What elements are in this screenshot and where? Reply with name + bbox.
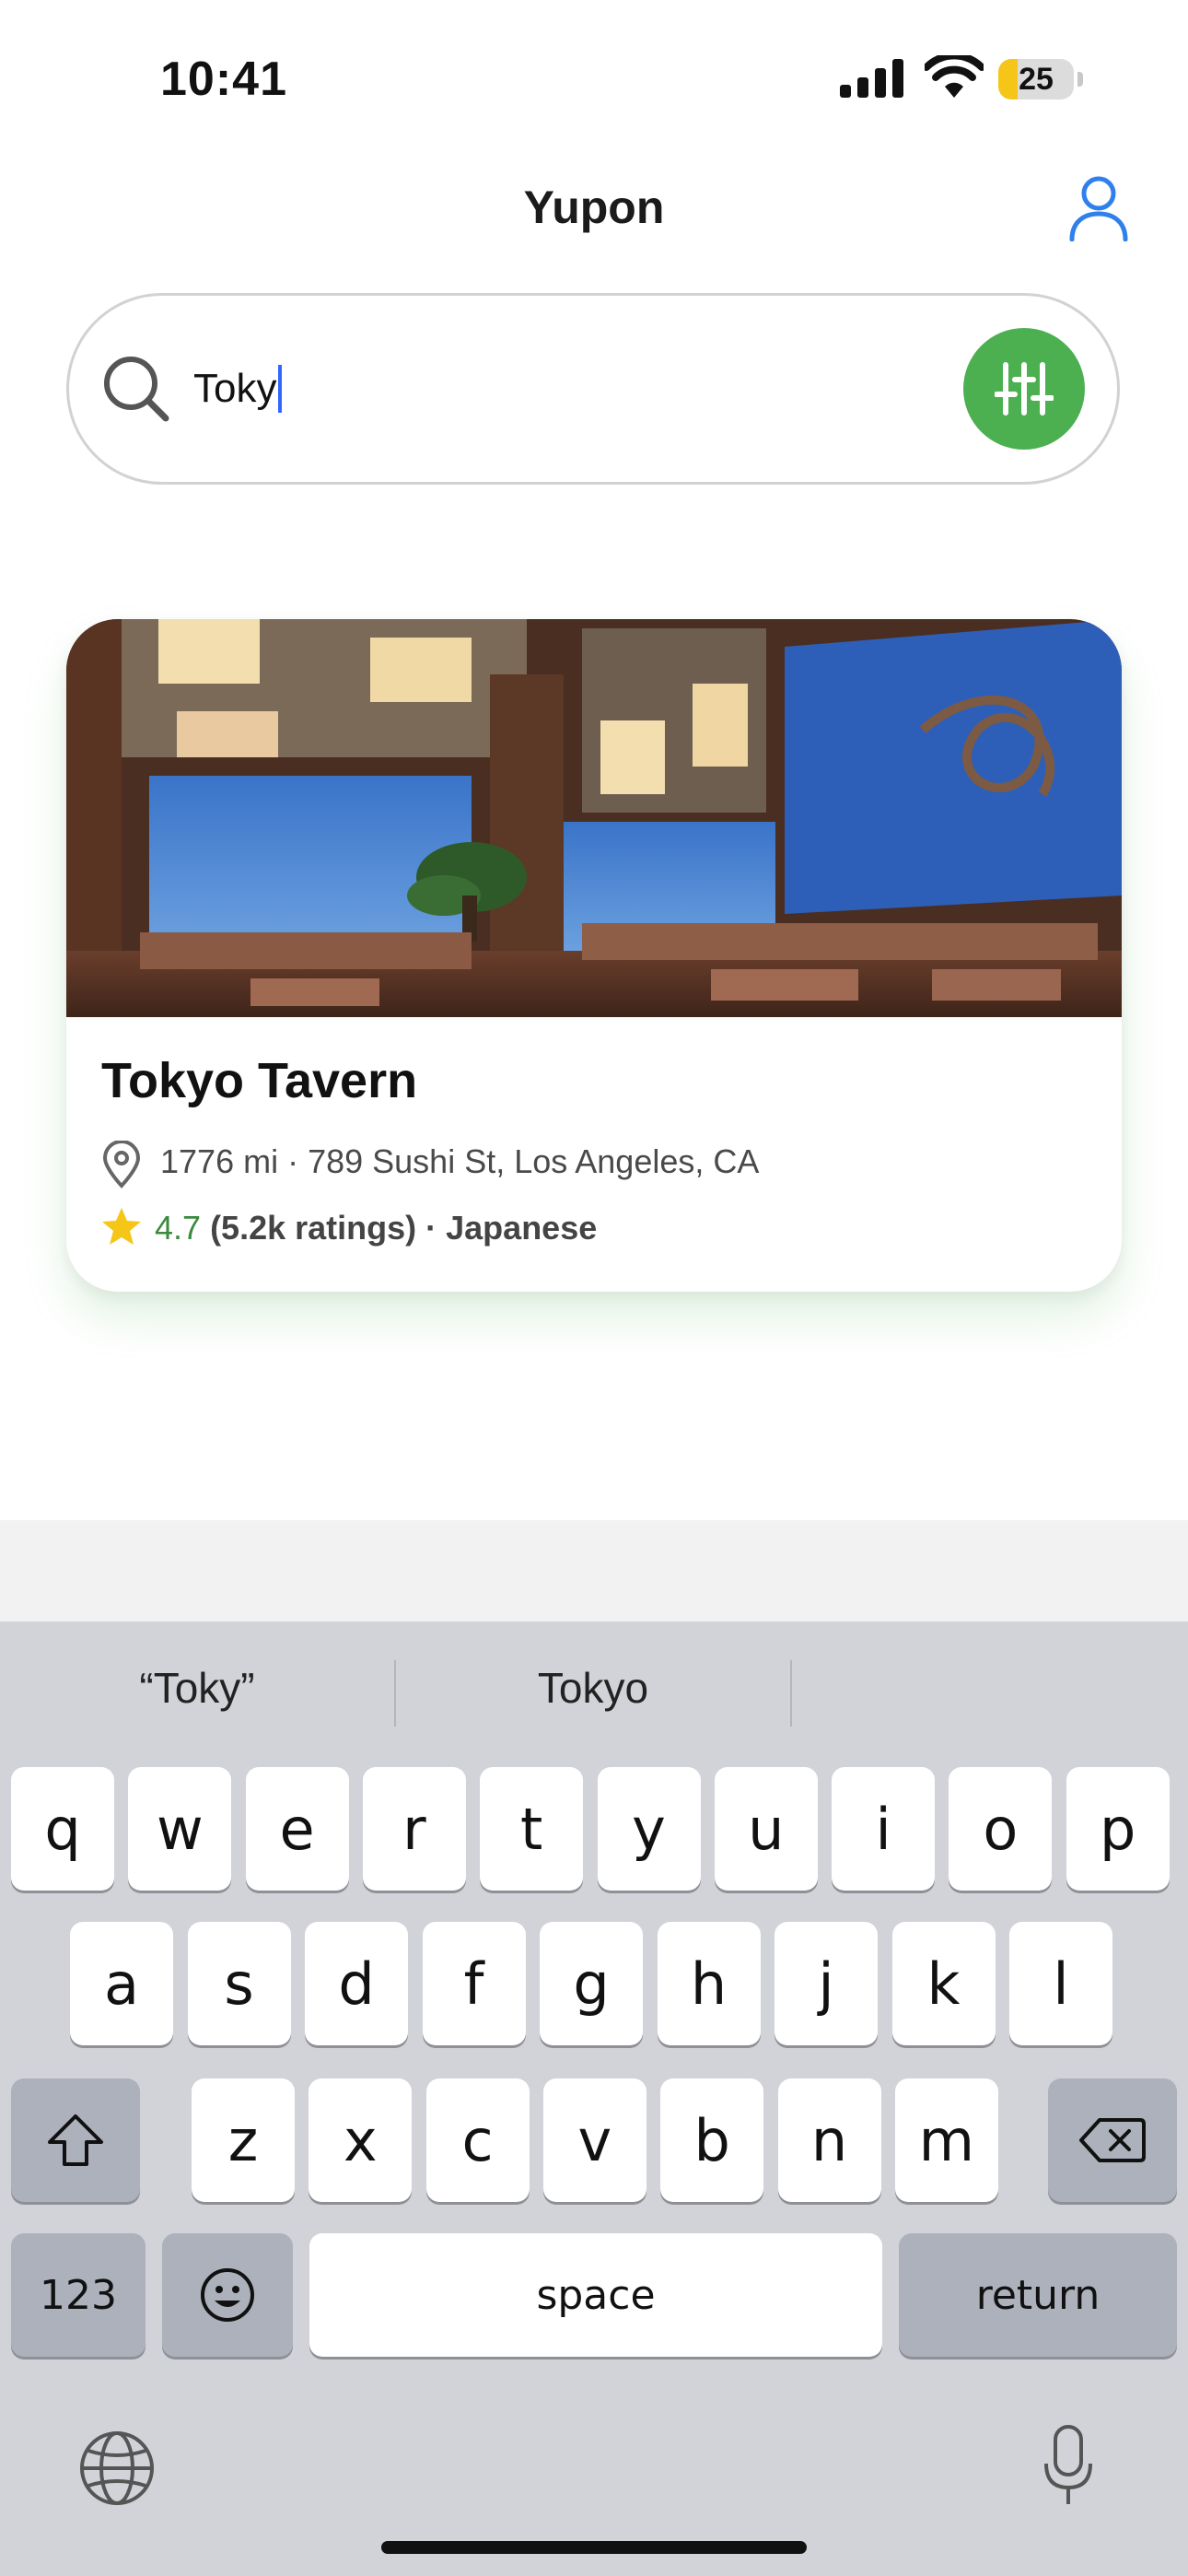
- page-title: Yupon: [523, 181, 665, 233]
- cuisine-label: Japanese: [446, 1209, 598, 1247]
- status-time: 10:41: [160, 53, 287, 106]
- space-key[interactable]: space: [309, 2233, 882, 2357]
- key-l[interactable]: l: [1009, 1922, 1112, 2045]
- location-pin-icon: [102, 1141, 141, 1188]
- key-label: s: [224, 1950, 254, 2018]
- location-separator: ·: [278, 1142, 309, 1180]
- key-b[interactable]: b: [660, 2078, 764, 2202]
- key-label: j: [818, 1950, 834, 2018]
- key-v[interactable]: v: [542, 2078, 646, 2202]
- key-label: i: [875, 1795, 891, 1863]
- key-x[interactable]: x: [309, 2078, 413, 2202]
- key-label: f: [463, 1950, 484, 2018]
- battery-indicator: 25: [998, 59, 1085, 100]
- rating-value: 4.7: [155, 1209, 202, 1247]
- restaurant-distance: 1776 mi: [160, 1142, 279, 1180]
- shift-icon: [48, 2114, 103, 2166]
- key-label: b: [693, 2106, 730, 2174]
- restaurant-photo: [66, 619, 1122, 1017]
- key-h[interactable]: h: [657, 1922, 761, 2045]
- search-icon: [104, 357, 169, 422]
- key-label: k: [926, 1950, 961, 2018]
- key-label: m: [918, 2106, 974, 2174]
- key-z[interactable]: z: [192, 2078, 295, 2202]
- key-label: p: [1100, 1795, 1136, 1863]
- key-m[interactable]: m: [894, 2078, 998, 2202]
- search-input-value: Toky: [193, 366, 277, 411]
- microphone-icon[interactable]: [1041, 2423, 1096, 2510]
- sliders-icon: [995, 362, 1054, 416]
- key-label: g: [573, 1950, 610, 2018]
- key-label: t: [520, 1795, 543, 1863]
- text-cursor: [278, 365, 283, 413]
- battery-level: 25: [1019, 62, 1054, 97]
- search-input[interactable]: Toky: [193, 359, 930, 418]
- key-w[interactable]: w: [128, 1767, 232, 1891]
- filter-button[interactable]: [963, 328, 1085, 450]
- suggestion-empty[interactable]: [792, 1653, 1188, 1723]
- delete-icon: [1079, 2118, 1146, 2162]
- restaurant-card[interactable]: Tokyo Tavern 1776 mi · 789 Sushi St, Los…: [66, 619, 1122, 1292]
- key-y[interactable]: y: [597, 1767, 701, 1891]
- suggestion-quoted[interactable]: “Toky”: [0, 1653, 394, 1723]
- key-r[interactable]: r: [362, 1767, 466, 1891]
- key-j[interactable]: j: [775, 1922, 878, 2045]
- key-label: o: [983, 1795, 1019, 1863]
- numbers-key[interactable]: 123: [11, 2233, 146, 2357]
- key-e[interactable]: e: [245, 1767, 349, 1891]
- return-key-label: return: [975, 2271, 1101, 2319]
- key-label: q: [44, 1795, 81, 1863]
- restaurant-name: Tokyo Tavern: [101, 1053, 418, 1108]
- emoji-icon: [201, 2268, 254, 2322]
- key-a[interactable]: a: [70, 1922, 173, 2045]
- key-label: r: [402, 1795, 426, 1863]
- home-indicator: [381, 2541, 807, 2554]
- key-f[interactable]: f: [422, 1922, 526, 2045]
- key-label: z: [227, 2106, 259, 2174]
- rating-count: (5.2k ratings): [210, 1209, 417, 1247]
- key-label: u: [748, 1795, 785, 1863]
- key-label: a: [104, 1950, 139, 2018]
- person-icon[interactable]: [1068, 175, 1129, 241]
- key-label: l: [1053, 1950, 1069, 2018]
- suggestion-tokyo[interactable]: Tokyo: [396, 1653, 790, 1723]
- key-label: d: [338, 1950, 375, 2018]
- key-d[interactable]: d: [305, 1922, 408, 2045]
- cuisine-separator: ·: [416, 1209, 447, 1247]
- cellular-signal-icon: [840, 59, 903, 98]
- wifi-icon: [925, 55, 984, 98]
- key-p[interactable]: p: [1066, 1767, 1170, 1891]
- key-o[interactable]: o: [949, 1767, 1053, 1891]
- keyboard-accessory-gap: [0, 1520, 1188, 1622]
- emoji-key[interactable]: [162, 2233, 293, 2357]
- key-label: y: [632, 1795, 666, 1863]
- key-s[interactable]: s: [187, 1922, 291, 2045]
- restaurant-location: 1776 mi · 789 Sushi St, Los Angeles, CA: [160, 1142, 759, 1181]
- key-label: n: [810, 2106, 848, 2174]
- key-q[interactable]: q: [11, 1767, 114, 1891]
- return-key[interactable]: return: [899, 2233, 1177, 2357]
- shift-key[interactable]: [11, 2078, 140, 2202]
- key-t[interactable]: t: [480, 1767, 584, 1891]
- key-label: w: [156, 1795, 204, 1863]
- key-label: v: [577, 2106, 612, 2174]
- restaurant-address: 789 Sushi St, Los Angeles, CA: [308, 1142, 760, 1180]
- key-label: c: [461, 2106, 494, 2174]
- globe-icon[interactable]: [77, 2429, 157, 2508]
- numbers-key-label: 123: [40, 2271, 117, 2319]
- key-g[interactable]: g: [540, 1922, 643, 2045]
- key-n[interactable]: n: [777, 2078, 881, 2202]
- key-i[interactable]: i: [832, 1767, 936, 1891]
- key-c[interactable]: c: [425, 2078, 530, 2202]
- key-k[interactable]: k: [891, 1922, 996, 2045]
- key-label: e: [279, 1795, 315, 1863]
- key-u[interactable]: u: [714, 1767, 818, 1891]
- delete-key[interactable]: [1048, 2078, 1177, 2202]
- key-label: h: [690, 1950, 728, 2018]
- space-key-label: space: [536, 2271, 656, 2319]
- restaurant-rating-row: 4.7 (5.2k ratings) · Japanese: [155, 1209, 597, 1247]
- key-label: x: [343, 2106, 378, 2174]
- star-icon: [102, 1208, 141, 1245]
